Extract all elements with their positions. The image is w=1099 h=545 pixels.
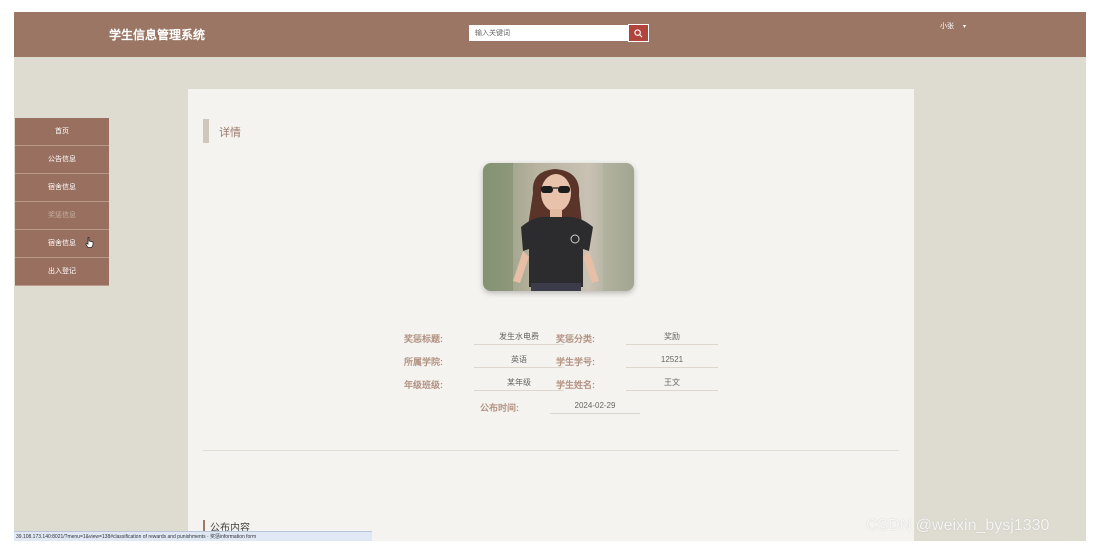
reward-category-value: 奖励 xyxy=(626,331,718,345)
app-window: 学生信息管理系统 小张 ▾ 首页 公告信息 宿舍信息 奖惩信息 宿舍信息 xyxy=(14,12,1086,541)
app-title: 学生信息管理系统 xyxy=(109,28,206,42)
grade-value: 某年级 xyxy=(474,377,564,391)
student-no-value: 12521 xyxy=(626,354,718,368)
top-navbar: 学生信息管理系统 小张 ▾ xyxy=(14,12,1086,57)
student-photo xyxy=(483,163,634,291)
publish-time-value: 2024-02-29 xyxy=(550,400,640,414)
section-title: 详情 xyxy=(219,127,241,139)
sidebar-item-home[interactable]: 首页 xyxy=(15,118,109,146)
sidebar-item-rewards[interactable]: 奖惩信息 xyxy=(15,202,109,230)
browser-status-bar: 39.108.173.140:8021/?menu=1&view=138#cla… xyxy=(14,531,372,541)
section-divider xyxy=(203,450,899,451)
grade-label: 年级班级: xyxy=(404,380,443,390)
student-name-label: 学生姓名: xyxy=(556,380,595,390)
sidebar-item-label: 出入登记 xyxy=(48,268,76,275)
chevron-down-icon: ▾ xyxy=(963,24,967,30)
student-no-label: 学生学号: xyxy=(556,357,595,367)
publish-time-label: 公布时间: xyxy=(480,403,519,413)
sidebar-item-label: 宿舍信息 xyxy=(48,240,76,247)
student-name-value: 王文 xyxy=(626,377,718,391)
search-button[interactable] xyxy=(628,24,649,42)
sidebar-item-notices[interactable]: 公告信息 xyxy=(15,146,109,174)
sidebar: 首页 公告信息 宿舍信息 奖惩信息 宿舍信息 出入登记 xyxy=(15,118,109,286)
user-menu[interactable]: 小张 ▾ xyxy=(940,21,966,31)
sidebar-item-label: 宿舍信息 xyxy=(48,184,76,191)
sidebar-item-label: 公告信息 xyxy=(48,156,76,163)
sidebar-item-dorms[interactable]: 宿舍信息 xyxy=(15,174,109,202)
college-label: 所属学院: xyxy=(404,357,443,367)
user-name: 小张 xyxy=(940,23,954,30)
section-marker xyxy=(203,119,209,143)
search-input[interactable] xyxy=(469,25,628,41)
reward-category-label: 奖惩分类: xyxy=(556,334,595,344)
sidebar-item-dorm-info[interactable]: 宿舍信息 xyxy=(15,230,109,258)
college-value: 英语 xyxy=(474,354,564,368)
sidebar-item-label: 奖惩信息 xyxy=(48,212,76,219)
reward-title-value: 发生水电费 xyxy=(474,331,564,345)
pointer-cursor-icon xyxy=(85,237,94,248)
search-icon xyxy=(634,28,643,37)
sidebar-item-label: 首页 xyxy=(55,128,69,135)
detail-panel: 详情 奖惩标题: 发生水电费 奖惩分类: 奖励 所属学院: 英语 学生学号: 1… xyxy=(188,89,914,541)
watermark: CSDN @weixin_bysj1330 xyxy=(866,517,1050,534)
reward-title-label: 奖惩标题: xyxy=(404,334,443,344)
sidebar-item-entry-log[interactable]: 出入登记 xyxy=(15,258,109,286)
